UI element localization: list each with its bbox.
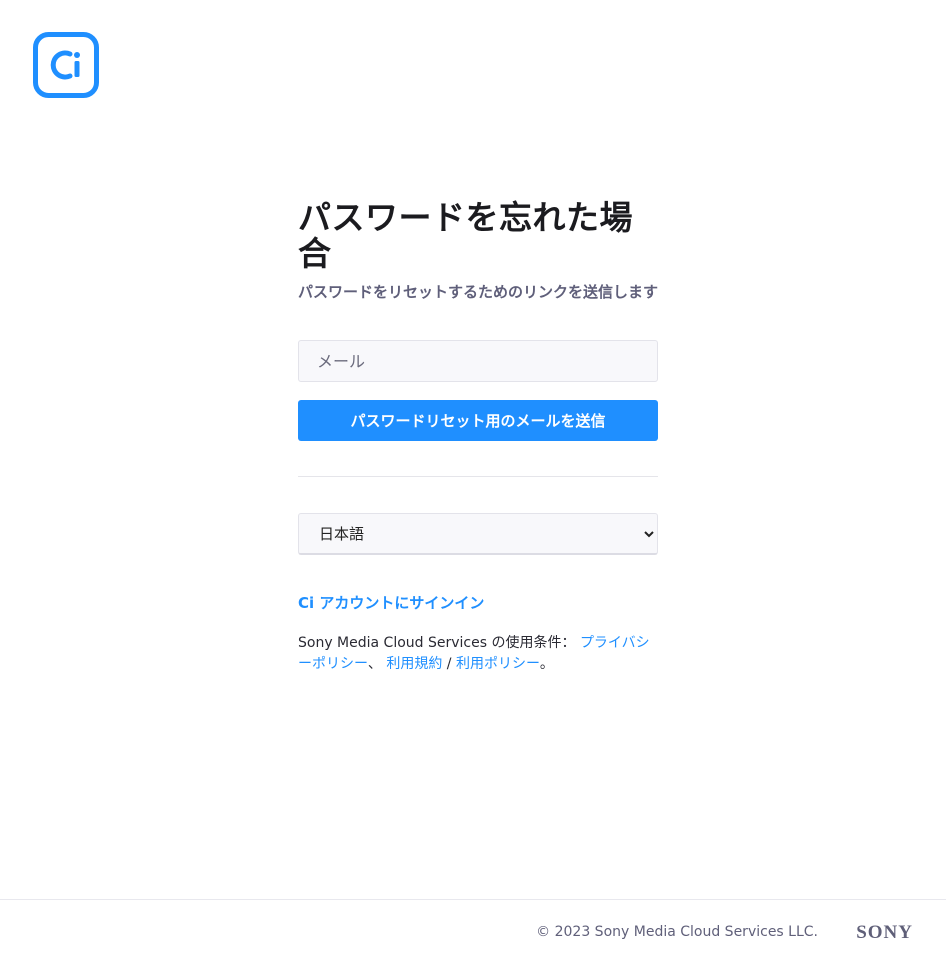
language-select[interactable]: 日本語: [298, 513, 658, 555]
usage-policy-link[interactable]: 利用ポリシー: [456, 656, 540, 672]
copyright-text: © 2023 Sony Media Cloud Services LLC.: [536, 924, 818, 940]
terms-slash: /: [442, 656, 456, 672]
divider: [298, 476, 658, 477]
email-input[interactable]: [298, 340, 658, 382]
page: パスワードを忘れた場合 パスワードをリセットするためのリンクを送信します パスワ…: [0, 0, 946, 962]
terms-separator: 、: [367, 656, 382, 672]
page-subtitle: パスワードをリセットするためのリンクを送信します: [298, 283, 659, 301]
signin-link[interactable]: Ci アカウントにサインイン: [298, 592, 484, 613]
send-reset-email-button[interactable]: パスワードリセット用のメールを送信: [298, 400, 658, 441]
terms-period: 。: [539, 656, 554, 672]
sony-logo: SONY: [856, 922, 913, 943]
terms-prefix: Sony Media Cloud Services の使用条件：: [298, 635, 576, 651]
footer: © 2023 Sony Media Cloud Services LLC. SO…: [0, 899, 946, 962]
ci-logo-icon[interactable]: [33, 32, 99, 98]
terms-of-use-link[interactable]: 利用規約: [386, 656, 442, 672]
page-title: パスワードを忘れた場合: [298, 198, 633, 273]
reset-form: パスワードを忘れた場合 パスワードをリセットするためのリンクを送信します パスワ…: [298, 200, 658, 675]
terms-text: Sony Media Cloud Services の使用条件： プライバシーポ…: [298, 633, 658, 675]
